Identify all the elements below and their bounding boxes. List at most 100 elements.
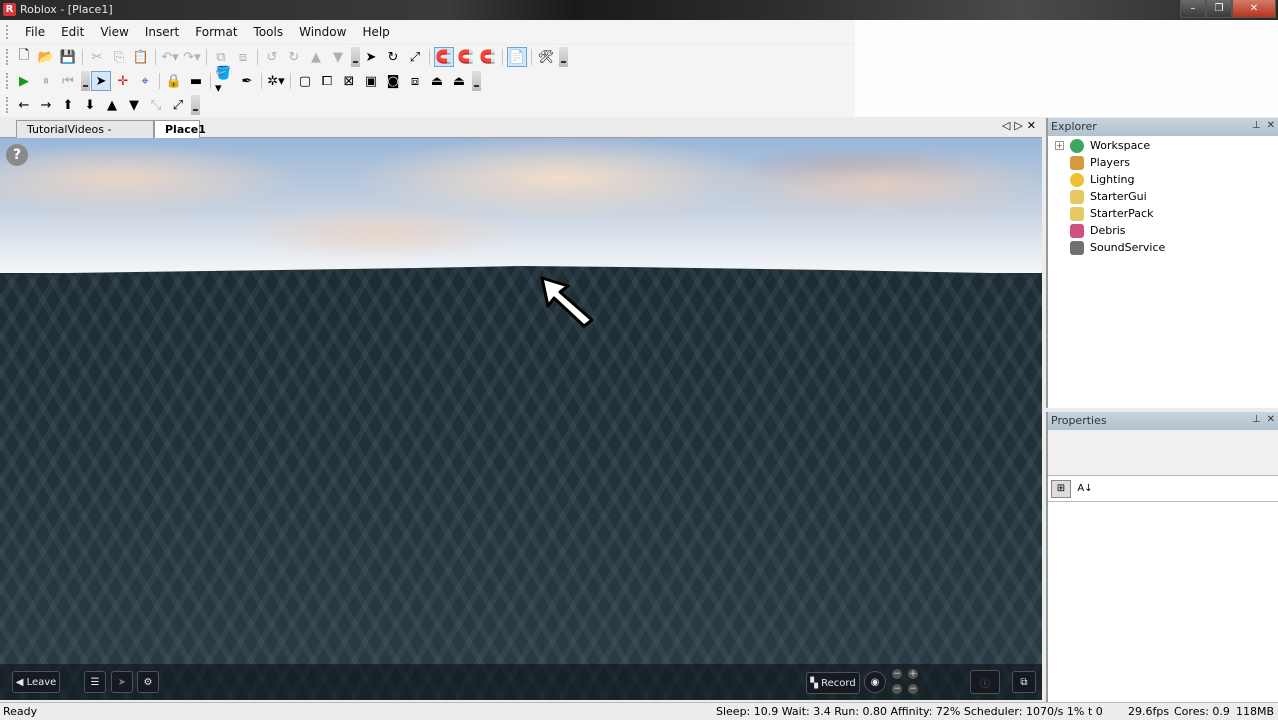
glue-surface-button[interactable]: ⧠: [317, 71, 337, 91]
lock-button[interactable]: 🔒: [164, 71, 184, 91]
close-icon[interactable]: ✕: [1267, 414, 1275, 425]
screenshot-button[interactable]: ◉: [864, 671, 886, 693]
menu-file[interactable]: File: [17, 25, 53, 39]
move-down-button[interactable]: ▼: [328, 47, 348, 67]
fit-view-button[interactable]: ⤢: [168, 95, 188, 115]
toolbar-overflow-button[interactable]: [559, 47, 568, 67]
player-list-button[interactable]: ☰: [84, 671, 106, 693]
axis-snap-1-button[interactable]: 🧲: [434, 47, 454, 67]
copy-button[interactable]: ⎘: [109, 47, 129, 67]
settings-button[interactable]: ⚙: [137, 671, 159, 693]
tools-button[interactable]: 🛠: [536, 47, 556, 67]
studs-surface-button[interactable]: ▣: [361, 71, 381, 91]
close-tab-icon[interactable]: ✕: [1027, 119, 1036, 132]
game-viewport[interactable]: ? ◀ Leave ☰ ➤ ⚙ ▚ Record ◉ − + − − ⓘ ⧉: [0, 138, 1042, 700]
explorer-item-workspace[interactable]: + Workspace: [1048, 137, 1278, 154]
rotate-left-button[interactable]: ↺: [262, 47, 282, 67]
open-button[interactable]: 📂: [36, 47, 56, 67]
alphabetical-view-button[interactable]: A↓: [1075, 480, 1095, 498]
zoom-in-button[interactable]: ▲: [102, 95, 122, 115]
menu-window[interactable]: Window: [291, 25, 354, 39]
zoom-out-button[interactable]: ▼: [124, 95, 144, 115]
zoom-out-button-top[interactable]: −: [892, 669, 902, 679]
tab-place1[interactable]: Place1: [154, 120, 206, 138]
explorer-item-debris[interactable]: Debris: [1048, 222, 1278, 239]
tab-tutorialvideos[interactable]: TutorialVideos - ROBLOX: [16, 120, 154, 149]
pin-icon[interactable]: ⊥: [1252, 120, 1261, 131]
select-button[interactable]: ➤: [361, 47, 381, 67]
leave-button[interactable]: ◀ Leave: [12, 671, 60, 693]
pointer-tool-button[interactable]: ➤: [91, 71, 111, 91]
maximize-button[interactable]: ❐: [1206, 0, 1232, 18]
record-button[interactable]: ▚ Record: [806, 672, 860, 694]
motor-surface-button[interactable]: ⏏: [449, 71, 469, 91]
group-button[interactable]: ⧉: [211, 47, 231, 67]
ungroup-button[interactable]: ⧈: [233, 47, 253, 67]
axis-snap-half-button[interactable]: 🧲: [456, 47, 476, 67]
toolbar-overflow-button[interactable]: [81, 71, 90, 91]
minimize-button[interactable]: –: [1180, 0, 1206, 18]
close-button[interactable]: ✕: [1232, 0, 1276, 18]
toolbar-grip[interactable]: [6, 97, 9, 113]
redo-button[interactable]: ↷▾: [182, 47, 202, 67]
paint-bucket-button[interactable]: 🪣▾: [215, 66, 235, 96]
surface-button[interactable]: ✲▾: [266, 71, 286, 91]
hinge-surface-button[interactable]: ⏏: [427, 71, 447, 91]
rotate-tool-button[interactable]: ↻: [383, 47, 403, 67]
pan-right-button[interactable]: →: [36, 95, 56, 115]
explorer-item-soundservice[interactable]: SoundService: [1048, 239, 1278, 256]
script-button[interactable]: 📄: [507, 47, 527, 67]
tilt-up-button[interactable]: ⬆: [58, 95, 78, 115]
explorer-item-startergui[interactable]: StarterGui: [1048, 188, 1278, 205]
prev-tab-icon[interactable]: ◁: [1002, 119, 1010, 132]
next-tab-icon[interactable]: ▷: [1014, 119, 1022, 132]
cut-button[interactable]: ✂: [87, 47, 107, 67]
fullscreen-button[interactable]: ⧉: [1012, 671, 1036, 693]
pause-button[interactable]: ⏸: [36, 71, 56, 91]
rotate-right-button[interactable]: ↻: [284, 47, 304, 67]
select-mode-button[interactable]: ➤: [111, 671, 133, 693]
inlet-surface-button[interactable]: ◙: [383, 71, 403, 91]
anchor-button[interactable]: ▬: [186, 71, 206, 91]
menu-format[interactable]: Format: [187, 25, 245, 39]
pan-left-button[interactable]: ←: [14, 95, 34, 115]
universal-surface-button[interactable]: ⧈: [405, 71, 425, 91]
undo-button[interactable]: ↶▾: [160, 47, 180, 67]
categorized-view-button[interactable]: ⊞: [1051, 479, 1071, 498]
axis-snap-off-button[interactable]: 🧲: [478, 47, 498, 67]
dropper-button[interactable]: ✒: [237, 71, 257, 91]
zoom-out-button[interactable]: −: [892, 684, 902, 694]
explorer-item-starterpack[interactable]: StarterPack: [1048, 205, 1278, 222]
menu-insert[interactable]: Insert: [137, 25, 187, 39]
zoom-out-button-alt[interactable]: −: [908, 684, 918, 694]
move-drag-button[interactable]: ⌖: [135, 71, 155, 91]
toolbar-grip[interactable]: [6, 73, 9, 89]
move-tool-button[interactable]: ✛: [113, 71, 133, 91]
help-button[interactable]: ?: [6, 144, 28, 166]
explorer-item-lighting[interactable]: Lighting: [1048, 171, 1278, 188]
toolbar-overflow-button[interactable]: [351, 47, 360, 67]
new-button[interactable]: 🗋: [14, 47, 34, 67]
smooth-surface-button[interactable]: ▢: [295, 71, 315, 91]
explorer-item-players[interactable]: Players: [1048, 154, 1278, 171]
tilt-down-button[interactable]: ⬇: [80, 95, 100, 115]
menu-tools[interactable]: Tools: [246, 25, 292, 39]
toolbar-grip[interactable]: [6, 49, 9, 65]
pin-icon[interactable]: ⊥: [1252, 414, 1261, 425]
weld-surface-button[interactable]: ⊠: [339, 71, 359, 91]
menu-help[interactable]: Help: [354, 25, 397, 39]
zoom-in-button[interactable]: +: [908, 669, 918, 679]
zoom-extents-button[interactable]: ⤡: [146, 95, 166, 115]
resize-tool-button[interactable]: ⤢: [405, 47, 425, 67]
close-icon[interactable]: ✕: [1267, 120, 1275, 131]
paste-button[interactable]: 📋: [131, 47, 151, 67]
menu-grip[interactable]: [6, 25, 9, 39]
report-abuse-button[interactable]: ⓘ: [970, 670, 1000, 694]
save-button[interactable]: 💾: [58, 47, 78, 67]
expand-icon[interactable]: +: [1055, 141, 1064, 150]
menu-view[interactable]: View: [92, 25, 136, 39]
toolbar-overflow-button[interactable]: [191, 95, 200, 115]
move-up-button[interactable]: ▲: [306, 47, 326, 67]
play-button[interactable]: ▶: [14, 71, 34, 91]
toolbar-overflow-button[interactable]: [472, 71, 481, 91]
